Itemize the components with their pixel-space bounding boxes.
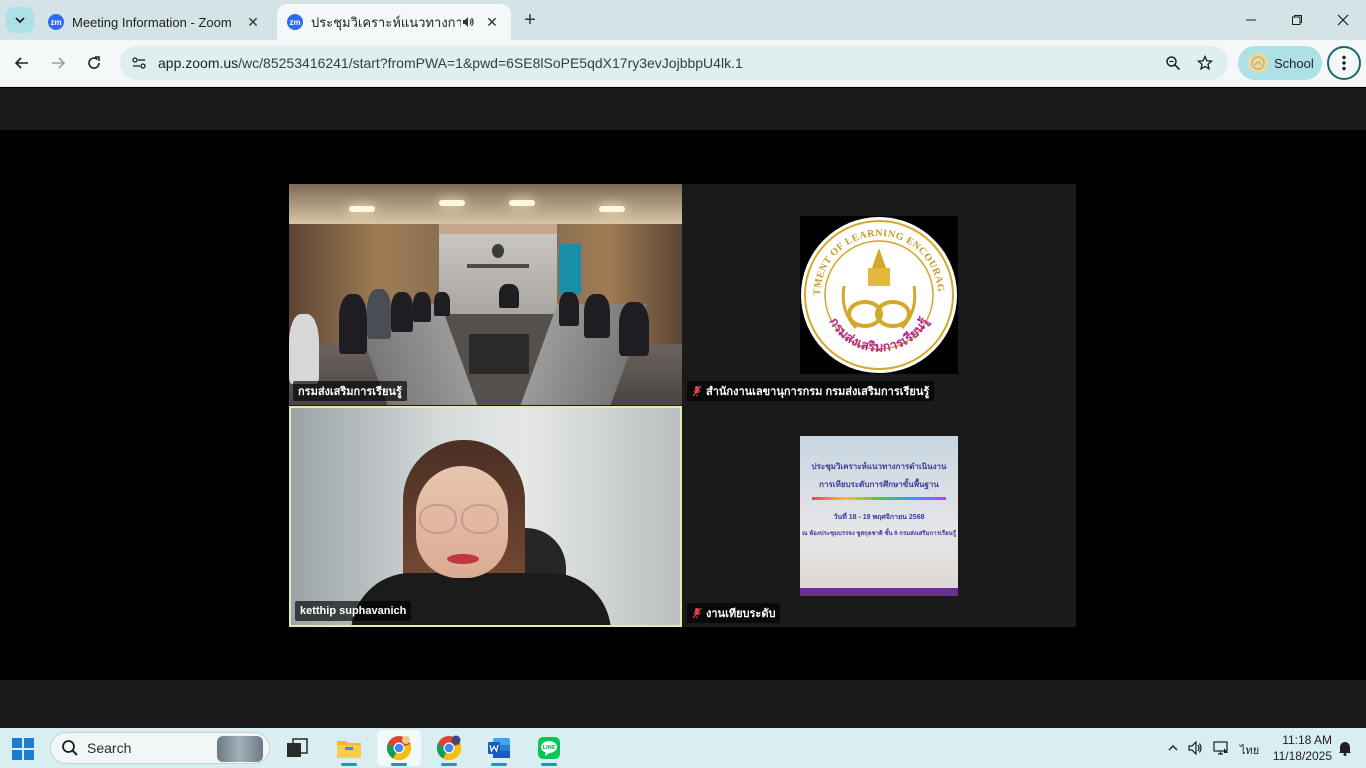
mic-muted-icon	[692, 385, 702, 397]
department-logo: DEPARTMENT OF LEARNING ENCOURAGEMENT กรม…	[800, 216, 958, 374]
tab-strip: zm Meeting Information - Zoom ✕ zm ประชุ…	[0, 0, 1366, 40]
input-language[interactable]: ไทย	[1240, 741, 1259, 759]
slide-line-1: ประชุมวิเคราะห์แนวทางการดำเนินงาน	[811, 462, 947, 471]
participant-name-label: สำนักงานเลขานุการกรม กรมส่งเสริมการเรียน…	[687, 381, 935, 401]
minimize-icon[interactable]	[1228, 6, 1274, 34]
search-icon	[62, 740, 78, 756]
bookmark-star-icon[interactable]	[1194, 52, 1216, 74]
meeting-room-video	[289, 184, 682, 405]
participant-name: สำนักงานเลขานุการกรม กรมส่งเสริมการเรียน…	[706, 386, 930, 398]
chrome-icon[interactable]	[377, 730, 421, 766]
profile-label: School	[1274, 55, 1314, 71]
participant-name: ketthip suphavanich	[300, 605, 407, 617]
window-close-icon[interactable]	[1320, 6, 1366, 34]
windows-start-icon[interactable]	[10, 736, 36, 762]
profile-button[interactable]: School	[1238, 46, 1322, 80]
task-view-icon[interactable]	[275, 730, 319, 766]
participant-name: งานเทียบระดับ	[706, 608, 776, 620]
volume-icon[interactable]	[1186, 739, 1204, 757]
close-icon[interactable]: ✕	[244, 13, 262, 31]
running-indicator	[541, 763, 557, 766]
zoom-top-bar	[0, 88, 1366, 130]
browser-toolbar: app.zoom.us/wc/85253416241/start?fromPWA…	[0, 40, 1366, 87]
clock-date: 11/18/2025	[1272, 749, 1332, 763]
zoom-bottom-bar	[0, 680, 1366, 728]
mic-muted-icon	[692, 607, 702, 619]
file-explorer-icon[interactable]	[327, 730, 371, 766]
zoom-page-icon[interactable]	[1162, 52, 1184, 74]
restore-icon[interactable]	[1274, 6, 1320, 34]
network-icon[interactable]	[1212, 739, 1230, 757]
tab-search-icon	[15, 17, 25, 24]
tab-title: ประชุมวิเคราะห์แนวทางการดำเนินงาน	[311, 14, 461, 30]
new-tab-icon[interactable]: +	[518, 8, 542, 32]
forward-icon[interactable]	[44, 49, 72, 77]
video-tile-active-speaker[interactable]: ketthip suphavanich	[289, 406, 682, 627]
svg-text:LINE: LINE	[543, 745, 556, 751]
search-label: Search	[87, 740, 132, 756]
tab-title: Meeting Information - Zoom	[72, 14, 232, 30]
taskbar-clock[interactable]: 11:18 AM 11/18/2025	[1268, 732, 1332, 764]
running-indicator	[391, 763, 407, 766]
slide-line-4: ณ ห้องประชุมบรรจง ชูสกุลชาติ ชั้น 6 กรมส…	[802, 531, 956, 537]
gallery-view: กรมส่งเสริมการเรียนรู้ DEPARTMENT OF LEA…	[289, 184, 1076, 627]
running-indicator	[341, 763, 357, 766]
search-highlight-image	[217, 736, 263, 762]
notification-bell-icon[interactable]	[1336, 739, 1354, 757]
tab-meeting-information[interactable]: zm Meeting Information - Zoom ✕	[38, 4, 272, 40]
chrome-profile-icon[interactable]	[427, 730, 471, 766]
show-hidden-icons-icon[interactable]	[1164, 739, 1182, 757]
participant-name-label: กรมส่งเสริมการเรียนรู้	[293, 381, 407, 401]
participant-name-label: ketthip suphavanich	[295, 601, 412, 621]
reload-icon[interactable]	[80, 49, 108, 77]
shared-slide-thumbnail: ประชุมวิเคราะห์แนวทางการดำเนินงาน การเที…	[800, 436, 958, 596]
line-icon[interactable]: LINE	[527, 730, 571, 766]
menu-icon[interactable]	[1327, 46, 1361, 80]
back-icon[interactable]	[8, 49, 36, 77]
clock-time: 11:18 AM	[1282, 733, 1332, 747]
running-indicator	[441, 763, 457, 766]
close-icon[interactable]: ✕	[483, 13, 501, 31]
video-tile[interactable]: ประชุมวิเคราะห์แนวทางการดำเนินงาน การเที…	[683, 406, 1076, 627]
profile-avatar-icon	[1248, 53, 1268, 73]
tab-search-button[interactable]	[6, 7, 34, 33]
video-tile[interactable]: DEPARTMENT OF LEARNING ENCOURAGEMENT กรม…	[683, 184, 1076, 405]
word-icon[interactable]	[477, 730, 521, 766]
address-bar[interactable]: app.zoom.us/wc/85253416241/start?fromPWA…	[120, 46, 1228, 80]
participant-name: กรมส่งเสริมการเรียนรู้	[298, 386, 402, 398]
slide-line-2: การเทียบระดับการศึกษาขั้นพื้นฐาน	[819, 480, 939, 489]
running-indicator	[491, 763, 507, 766]
participant-camera-video	[291, 408, 680, 625]
site-info-icon[interactable]	[122, 46, 156, 80]
tab-meeting-active[interactable]: zm ประชุมวิเคราะห์แนวทางการดำเนินงาน ✕	[277, 4, 511, 40]
url-path: /wc/85253416241/start?fromPWA=1&pwd=6SE8…	[238, 55, 743, 71]
zoom-favicon-icon: zm	[287, 14, 303, 30]
video-tile[interactable]: กรมส่งเสริมการเรียนรู้	[289, 184, 682, 405]
windows-taskbar: Search LINE ไทย 11:18 AM 11/18/2025	[0, 728, 1366, 768]
speaker-icon[interactable]	[461, 15, 475, 29]
participant-name-label: งานเทียบระดับ	[687, 603, 781, 623]
zoom-favicon-icon: zm	[48, 14, 64, 30]
slide-line-3: วันที่ 18 - 19 พฤศจิกายน 2568	[833, 514, 925, 521]
url-text[interactable]: app.zoom.us/wc/85253416241/start?fromPWA…	[158, 55, 743, 71]
url-host: app.zoom.us	[158, 55, 239, 71]
taskbar-search[interactable]: Search	[50, 732, 270, 764]
